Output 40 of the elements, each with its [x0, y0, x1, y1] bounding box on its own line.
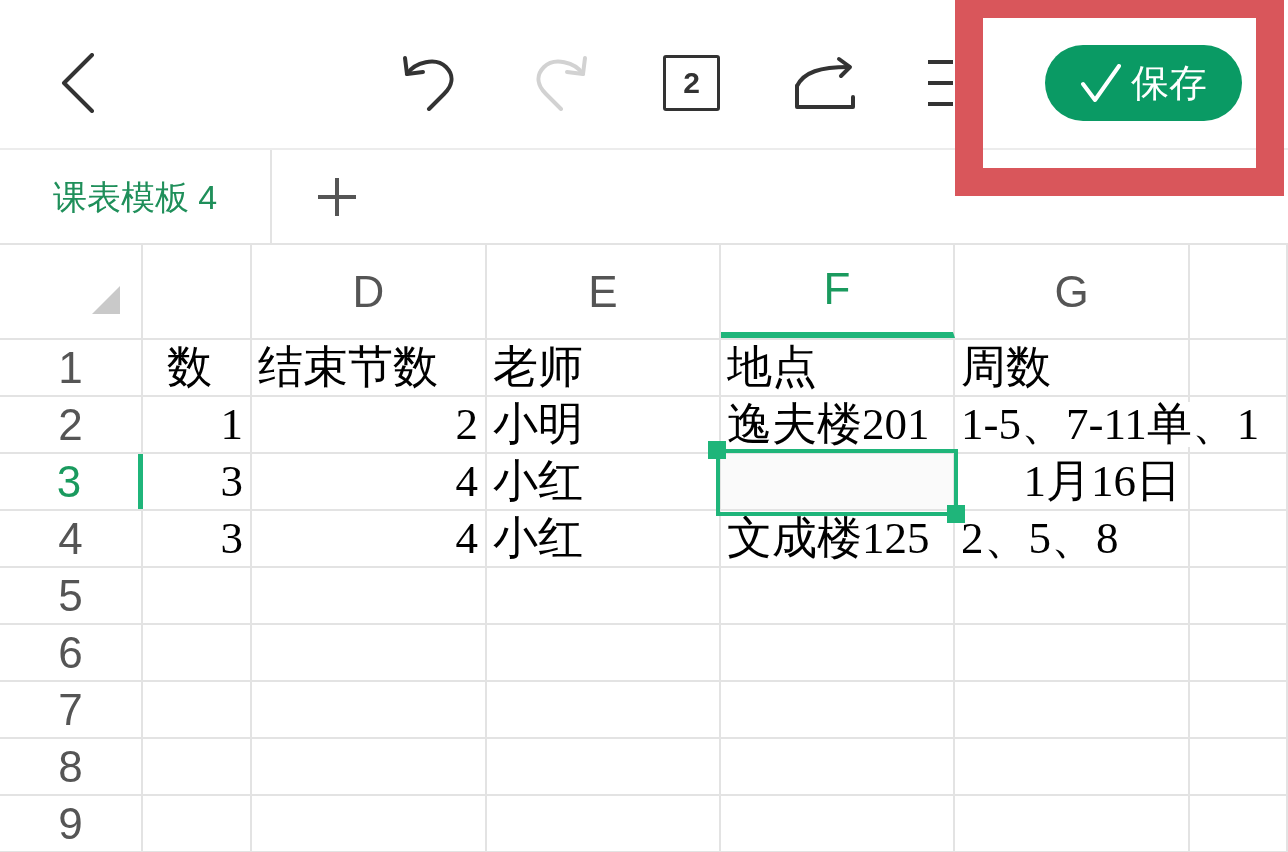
row-header[interactable]: 5 — [0, 568, 143, 623]
cell-text: 周数 — [961, 345, 1051, 390]
row-header[interactable]: 1 — [0, 340, 143, 395]
cell-text: 结束节数 — [258, 345, 438, 390]
back-button[interactable] — [61, 53, 95, 113]
cell-text: 小红 — [493, 516, 583, 561]
row-header[interactable]: 8 — [0, 739, 143, 794]
add-sheet-button[interactable] — [318, 177, 356, 216]
row-header[interactable]: 4 — [0, 511, 143, 566]
cell-text: 1-5、7-11单、1 — [961, 402, 1260, 447]
check-icon — [1080, 64, 1121, 102]
row-header[interactable]: 9 — [0, 796, 143, 851]
redo-icon — [534, 55, 590, 111]
cell-text: 文成楼125 — [727, 516, 930, 561]
sheet-tab[interactable]: 课表模板 4 — [0, 150, 272, 243]
save-button[interactable]: 保存 — [1045, 45, 1242, 121]
column-header[interactable]: D — [252, 245, 487, 338]
row-header[interactable]: 7 — [0, 682, 143, 737]
cell-text: 小红 — [493, 459, 583, 504]
share-button[interactable] — [794, 56, 856, 110]
cell-text: 数 — [167, 345, 212, 390]
cell-text: 老师 — [493, 345, 583, 390]
cell-text: 地点 — [727, 345, 817, 390]
column-header[interactable]: F — [721, 245, 955, 338]
menu-icon — [928, 59, 953, 107]
row-header[interactable]: 6 — [0, 625, 143, 680]
sheet-count-button[interactable]: 2 — [663, 55, 720, 111]
column-header[interactable]: E — [487, 245, 721, 338]
row-header[interactable]: 3 — [0, 454, 143, 509]
column-header[interactable]: G — [955, 245, 1190, 338]
selection-handle-icon[interactable] — [708, 441, 726, 459]
cell-text: 逸夫楼201 — [727, 402, 930, 447]
chevron-left-icon — [61, 53, 95, 113]
undo-button[interactable] — [400, 55, 456, 111]
menu-button[interactable] — [928, 59, 953, 107]
share-icon — [794, 56, 856, 110]
selection-handle-icon[interactable] — [947, 505, 965, 523]
row-header[interactable]: 2 — [0, 397, 143, 452]
plus-icon — [318, 177, 356, 216]
undo-icon — [400, 55, 456, 111]
